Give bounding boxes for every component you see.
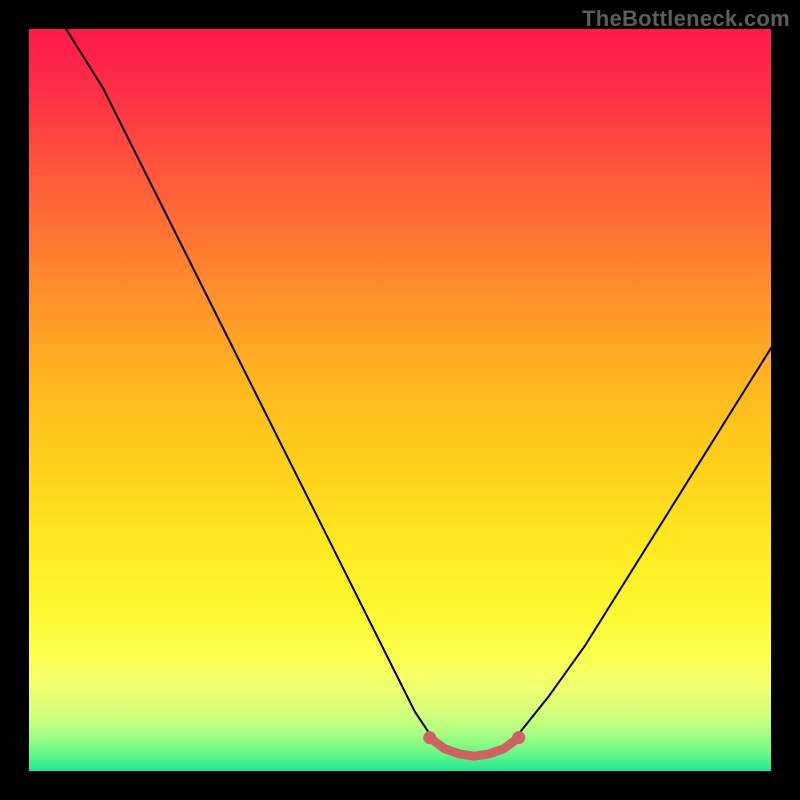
marker-layer	[423, 731, 525, 756]
chart-svg	[29, 29, 771, 771]
optimal-zone-endpoint-left	[423, 731, 436, 744]
optimal-zone-path	[430, 738, 519, 757]
chart-frame: TheBottleneck.com	[0, 0, 800, 800]
optimal-zone-endpoint-right	[512, 731, 525, 744]
chart-plot-area	[29, 29, 771, 771]
curve-layer	[66, 29, 771, 756]
bottleneck-curve-path	[66, 29, 771, 756]
watermark-text: TheBottleneck.com	[582, 6, 790, 32]
